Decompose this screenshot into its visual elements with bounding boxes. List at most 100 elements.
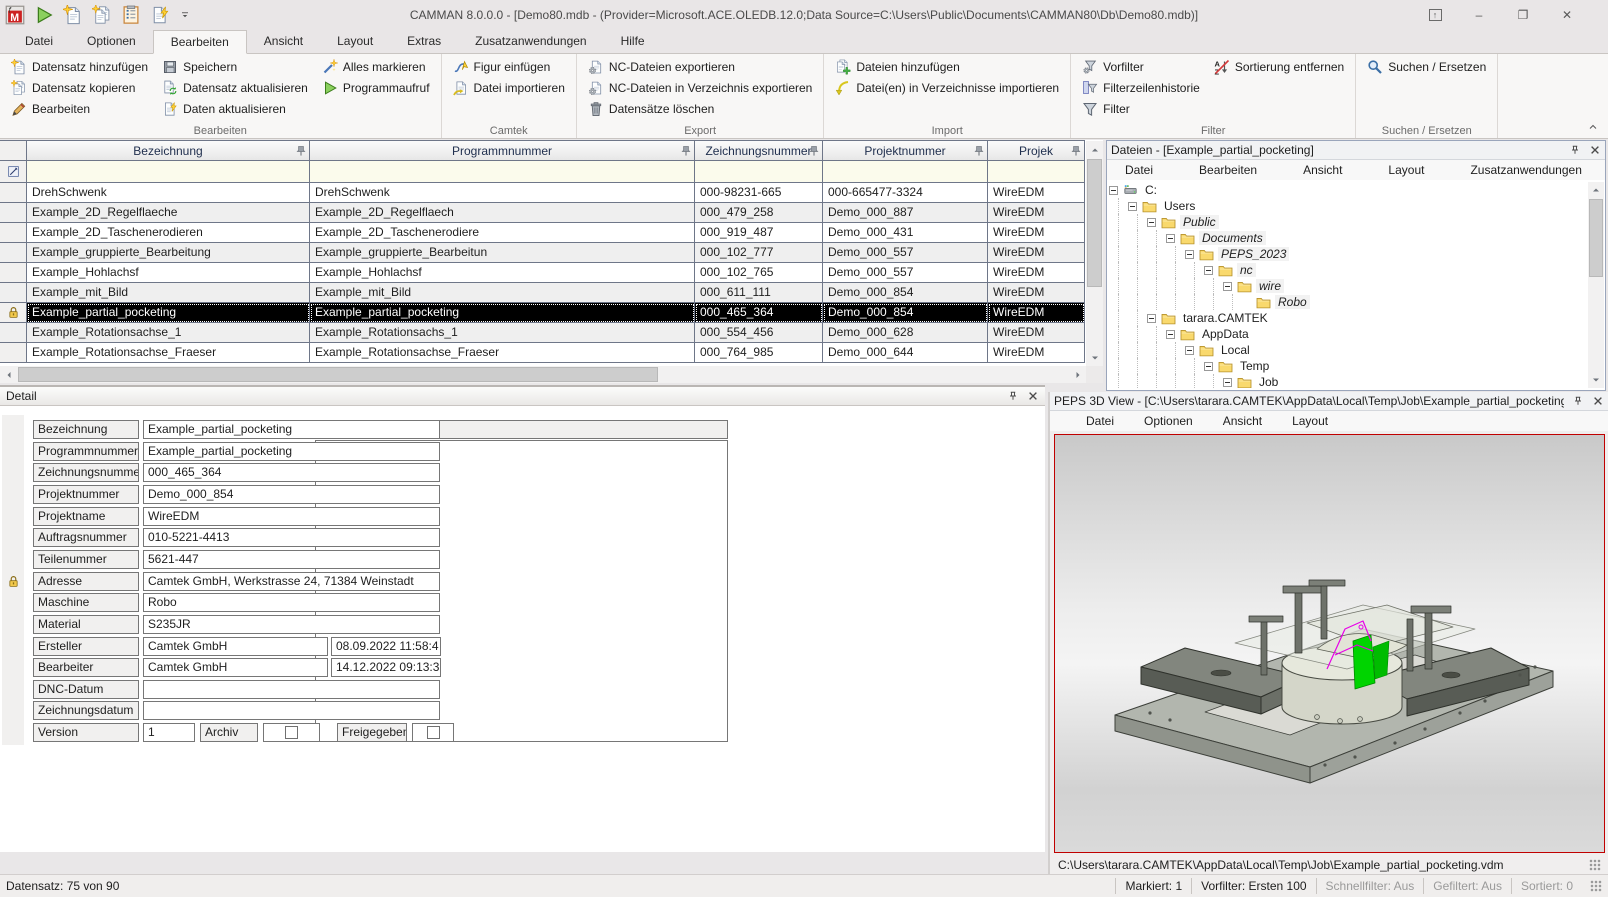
qat-camman-logo-button[interactable]	[5, 5, 25, 25]
column-pin-icon[interactable]	[973, 145, 985, 157]
ribbon-button-datensatz-hinzufügen[interactable]: Datensatz hinzufügen	[8, 58, 151, 76]
tab-zusatzanwendungen[interactable]: Zusatzanwendungen	[458, 30, 603, 53]
archiv-checkbox[interactable]	[285, 726, 298, 739]
tree-collapse-toggle[interactable]	[1166, 330, 1175, 339]
cell-zeichnungsnummer[interactable]: 000_611_111	[695, 283, 823, 303]
tree-item-local[interactable]: Local	[1109, 342, 1587, 358]
cell-bezeichnung[interactable]: Example_Hohlachsf	[27, 263, 310, 283]
freigegeben-checkbox[interactable]	[427, 726, 440, 739]
row-header-cell[interactable]	[0, 303, 27, 323]
tree-item-public[interactable]: Public	[1109, 214, 1587, 230]
tab-ansicht[interactable]: Ansicht	[247, 30, 320, 53]
tree-vscroll-thumb[interactable]	[1589, 199, 1603, 277]
close-icon[interactable]	[1589, 144, 1601, 156]
table-row[interactable]: Example_partial_pocketingExample_partial…	[0, 303, 1103, 323]
cell-projektnummer[interactable]: Demo_000_557	[823, 263, 988, 283]
row-header-cell[interactable]	[0, 283, 27, 303]
grid-horizontal-scrollbar[interactable]	[0, 366, 1086, 383]
table-row[interactable]: DrehSchwenkDrehSchwenk000-98231-665000-6…	[0, 183, 1103, 203]
tab-datei[interactable]: Datei	[8, 30, 70, 53]
scroll-down-button[interactable]	[1588, 372, 1604, 388]
cell-projektnummer[interactable]: Demo_000_644	[823, 343, 988, 363]
cell-programmnummer[interactable]: Example_Rotationsachse_Fraeser	[310, 343, 695, 363]
pin-icon[interactable]	[1569, 144, 1581, 156]
column-header-zeichnungsnummer[interactable]: Zeichnungsnummer	[695, 140, 823, 161]
qat-toolbar-options-button[interactable]	[179, 9, 191, 21]
tree-collapse-toggle[interactable]	[1147, 218, 1156, 227]
close-icon[interactable]	[1027, 390, 1039, 402]
tree-item-peps-2023[interactable]: PEPS_2023	[1109, 246, 1587, 262]
cell-zeichnungsnummer[interactable]: 000_102_765	[695, 263, 823, 283]
scroll-up-button[interactable]	[1588, 182, 1604, 198]
cell-programmnummer[interactable]: Example_gruppierte_Bearbeitun	[310, 243, 695, 263]
cell-projektnummer[interactable]: Demo_000_628	[823, 323, 988, 343]
ribbon-button-alles-markieren[interactable]: Alles markieren	[319, 58, 433, 76]
tree-collapse-toggle[interactable]	[1109, 186, 1118, 195]
cell-projektname[interactable]: WireEDM	[988, 323, 1085, 343]
field-value-adresse[interactable]: Camtek GmbH, Werkstrasse 24, 71384 Weins…	[143, 572, 440, 591]
field-value-bezeichnung[interactable]: Example_partial_pocketing	[143, 420, 440, 439]
filter-cell[interactable]	[823, 161, 988, 183]
qat-copy-record-button[interactable]	[92, 5, 112, 25]
close-button[interactable]: ✕	[1558, 6, 1576, 24]
cell-projektname[interactable]: WireEDM	[988, 203, 1085, 223]
files-menu-layout[interactable]: Layout	[1388, 163, 1424, 177]
table-row[interactable]: Example_HohlachsfExample_Hohlachsf000_10…	[0, 263, 1103, 283]
tree-collapse-toggle[interactable]	[1128, 202, 1137, 211]
tab-optionen[interactable]: Optionen	[70, 30, 153, 53]
tree-item-c-[interactable]: C:	[1109, 182, 1587, 198]
ribbon-button-sortierung-entfernen[interactable]: Sortierung entfernen	[1211, 58, 1347, 76]
tab-hilfe[interactable]: Hilfe	[604, 30, 662, 53]
column-pin-icon[interactable]	[295, 145, 307, 157]
files-menu-ansicht[interactable]: Ansicht	[1303, 163, 1342, 177]
ribbon-button-dateien-hinzufügen[interactable]: Dateien hinzufügen	[832, 58, 1062, 76]
scroll-down-button[interactable]	[1086, 349, 1103, 366]
cell-bezeichnung[interactable]: Example_Rotationsachse_1	[27, 323, 310, 343]
tree-item-appdata[interactable]: AppData	[1109, 326, 1587, 342]
freigegeben-checkbox-cell[interactable]	[412, 723, 454, 742]
field-value-zeichnungsdatum[interactable]	[143, 701, 440, 720]
cell-projektnummer[interactable]: Demo_000_854	[823, 303, 988, 323]
field-date-ersteller[interactable]: 08.09.2022 11:58:4	[331, 637, 441, 656]
cell-bezeichnung[interactable]: Example_Rotationsachse_Fraeser	[27, 343, 310, 363]
field-value-zeichnungsnumme[interactable]: 000_465_364	[143, 463, 440, 482]
scroll-up-button[interactable]	[1086, 141, 1103, 158]
cell-projektnummer[interactable]: Demo_000_887	[823, 203, 988, 223]
table-row[interactable]: Example_mit_BildExample_mit_Bild000_611_…	[0, 283, 1103, 303]
ribbon-button-datei-importieren[interactable]: Datei importieren	[450, 79, 568, 97]
column-header-bezeichnung[interactable]: Bezeichnung	[27, 140, 310, 161]
cell-projektname[interactable]: WireEDM	[988, 263, 1085, 283]
ribbon-button-bearbeiten[interactable]: Bearbeiten	[8, 100, 151, 118]
field-value-dnc-datum[interactable]	[143, 680, 440, 699]
tree-item-documents[interactable]: Documents	[1109, 230, 1587, 246]
tree-item-wire[interactable]: wire	[1109, 278, 1587, 294]
cell-programmnummer[interactable]: Example_mit_Bild	[310, 283, 695, 303]
ribbon-button-vorfilter[interactable]: Vorfilter	[1079, 58, 1203, 76]
row-header-cell[interactable]	[0, 343, 27, 363]
archiv-checkbox-cell[interactable]	[263, 723, 320, 742]
ribbon-button-daten-aktualisieren[interactable]: Daten aktualisieren	[159, 100, 311, 118]
cell-zeichnungsnummer[interactable]: 000_764_985	[695, 343, 823, 363]
table-row[interactable]: Example_2D_TaschenerodierenExample_2D_Ta…	[0, 223, 1103, 243]
row-header-cell[interactable]	[0, 203, 27, 223]
cell-bezeichnung[interactable]: Example_gruppierte_Bearbeitung	[27, 243, 310, 263]
cell-bezeichnung[interactable]: Example_mit_Bild	[27, 283, 310, 303]
field-value-programmnummer[interactable]: Example_partial_pocketing	[143, 442, 440, 461]
ribbon-button-figur-einfügen[interactable]: Figur einfügen	[450, 58, 568, 76]
resize-grip[interactable]	[1589, 859, 1601, 871]
ribbon-button-suchen-ersetzen[interactable]: Suchen / Ersetzen	[1364, 58, 1489, 76]
files-menu-zusatzanwendungen[interactable]: Zusatzanwendungen	[1470, 163, 1581, 177]
cell-bezeichnung[interactable]: Example_partial_pocketing	[27, 303, 310, 323]
cell-programmnummer[interactable]: DrehSchwenk	[310, 183, 695, 203]
close-icon[interactable]	[1592, 395, 1604, 407]
qat-run-button[interactable]	[34, 5, 54, 25]
cell-programmnummer[interactable]: Example_2D_Taschenerodiere	[310, 223, 695, 243]
tab-layout[interactable]: Layout	[320, 30, 390, 53]
cell-projektname[interactable]: WireEDM	[988, 223, 1085, 243]
column-header-programmnummer[interactable]: Programmnummer	[310, 140, 695, 161]
ribbon-button-nc-dateien-in-verzeichnis-exportieren[interactable]: NC-Dateien in Verzeichnis exportieren	[585, 79, 815, 97]
field-value-projektnummer[interactable]: Demo_000_854	[143, 485, 440, 504]
field-value-ersteller[interactable]: Camtek GmbH	[143, 637, 328, 656]
pin-icon[interactable]	[1007, 390, 1019, 402]
table-row[interactable]: Example_Rotationsachse_1Example_Rotation…	[0, 323, 1103, 343]
